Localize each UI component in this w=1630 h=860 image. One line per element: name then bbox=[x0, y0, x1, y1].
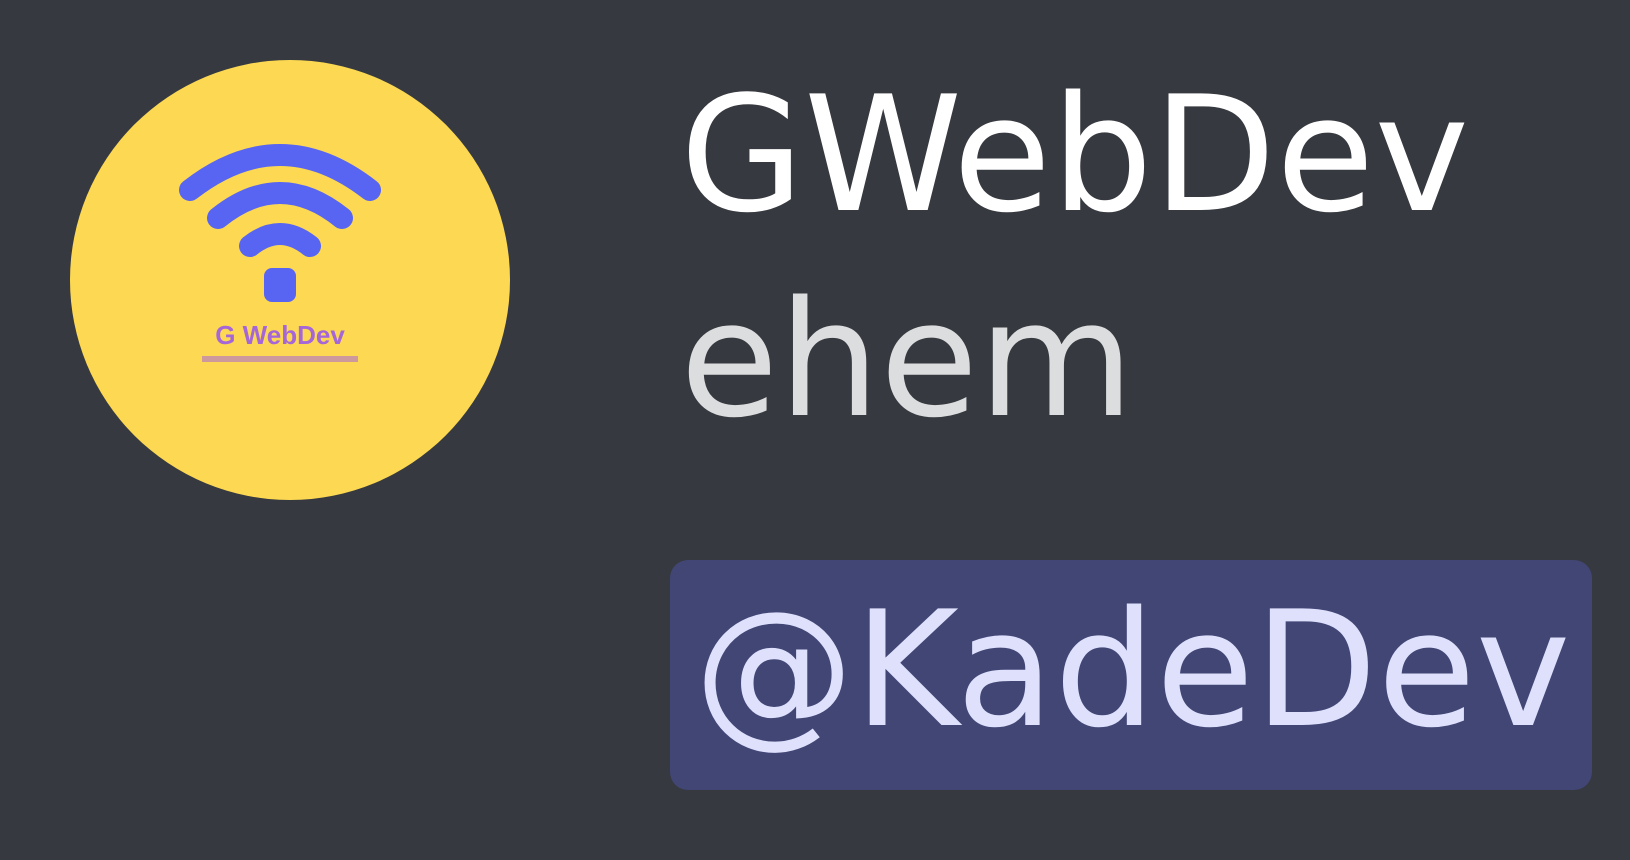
message-content: GWebDev ehem @KadeDev bbox=[670, 70, 1593, 790]
message-text: ehem bbox=[680, 266, 1135, 453]
user-mention[interactable]: @KadeDev bbox=[670, 560, 1593, 790]
avatar-logo-text: G WebDev bbox=[215, 320, 345, 350]
wifi-signal-icon: G WebDev bbox=[179, 144, 381, 362]
author-avatar[interactable]: G WebDev bbox=[70, 60, 510, 500]
chat-message: G WebDev GWebDev ehem @KadeDev bbox=[0, 0, 1630, 860]
author-username[interactable]: GWebDev bbox=[680, 70, 1580, 240]
